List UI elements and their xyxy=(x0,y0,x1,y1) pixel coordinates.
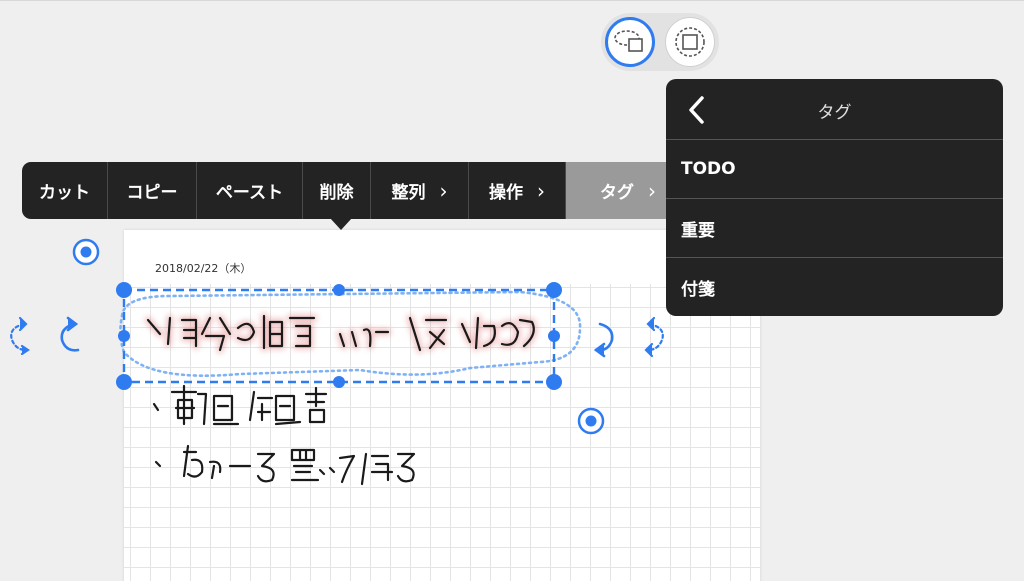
resize-handle-top-right[interactable] xyxy=(546,282,562,298)
chevron-right-icon: › xyxy=(648,178,656,203)
context-menu-pointer xyxy=(330,218,352,230)
paste-label: ペースト xyxy=(215,183,284,203)
top-divider xyxy=(0,0,1024,1)
tag-item-label: TODO xyxy=(681,159,736,179)
lasso-select-icon xyxy=(614,30,643,52)
resize-handle-bottom-left[interactable] xyxy=(116,374,132,390)
tag-panel-title: タグ xyxy=(817,103,852,123)
rotate-left-dashed-icon[interactable] xyxy=(10,316,30,356)
paste-button[interactable]: ペースト xyxy=(197,162,303,219)
lasso-mode-button[interactable] xyxy=(605,17,655,67)
resize-handle-mid-right[interactable] xyxy=(548,330,560,342)
page-header: 2018/02/22（木） xyxy=(124,230,760,284)
tag-item-label: 付箋 xyxy=(681,280,715,300)
tag-item-important[interactable]: 重要 xyxy=(666,199,1003,258)
chevron-right-icon: › xyxy=(537,178,545,203)
operation-button[interactable]: 操作 › xyxy=(469,162,566,219)
operation-label: 操作 xyxy=(489,183,523,203)
align-label: 整列 xyxy=(391,183,426,203)
resize-handle-bottom-mid[interactable] xyxy=(333,376,345,388)
chevron-right-icon: › xyxy=(439,178,448,203)
tag-item-label: 重要 xyxy=(681,220,715,241)
rectangle-mode-button[interactable] xyxy=(665,17,715,67)
resize-handle-bottom-right[interactable] xyxy=(546,374,562,390)
copy-label: コピー xyxy=(126,183,178,203)
delete-label: 削除 xyxy=(319,183,354,203)
resize-handle-mid-left[interactable] xyxy=(118,330,130,342)
cut-button[interactable]: カット xyxy=(22,162,108,219)
rectangle-select-icon xyxy=(675,27,705,57)
resize-handle-top-left[interactable] xyxy=(116,282,132,298)
tag-label: タグ xyxy=(600,183,634,203)
anchor-target-bottom-right-icon[interactable] xyxy=(577,407,605,435)
resize-handle-top-mid[interactable] xyxy=(333,284,345,296)
selection-mode-toggle xyxy=(601,13,719,71)
anchor-target-top-left-icon[interactable] xyxy=(72,238,100,266)
page-date: 2018/02/22（木） xyxy=(155,262,252,275)
copy-button[interactable]: コピー xyxy=(108,162,197,219)
tag-item-todo[interactable]: TODO xyxy=(666,140,1003,199)
tag-panel: タグ TODO 重要 付箋 xyxy=(666,79,1003,316)
tag-item-sticky-note[interactable]: 付箋 xyxy=(666,258,1003,316)
align-button[interactable]: 整列 › xyxy=(371,162,469,219)
tag-panel-header: タグ xyxy=(666,79,1003,140)
cut-label: カット xyxy=(39,183,90,203)
delete-button[interactable]: 削除 xyxy=(303,162,371,219)
rotate-left-icon[interactable] xyxy=(60,316,80,352)
context-menu-bar: カット コピー ペースト 削除 整列 › 操作 › タグ › xyxy=(22,162,690,219)
